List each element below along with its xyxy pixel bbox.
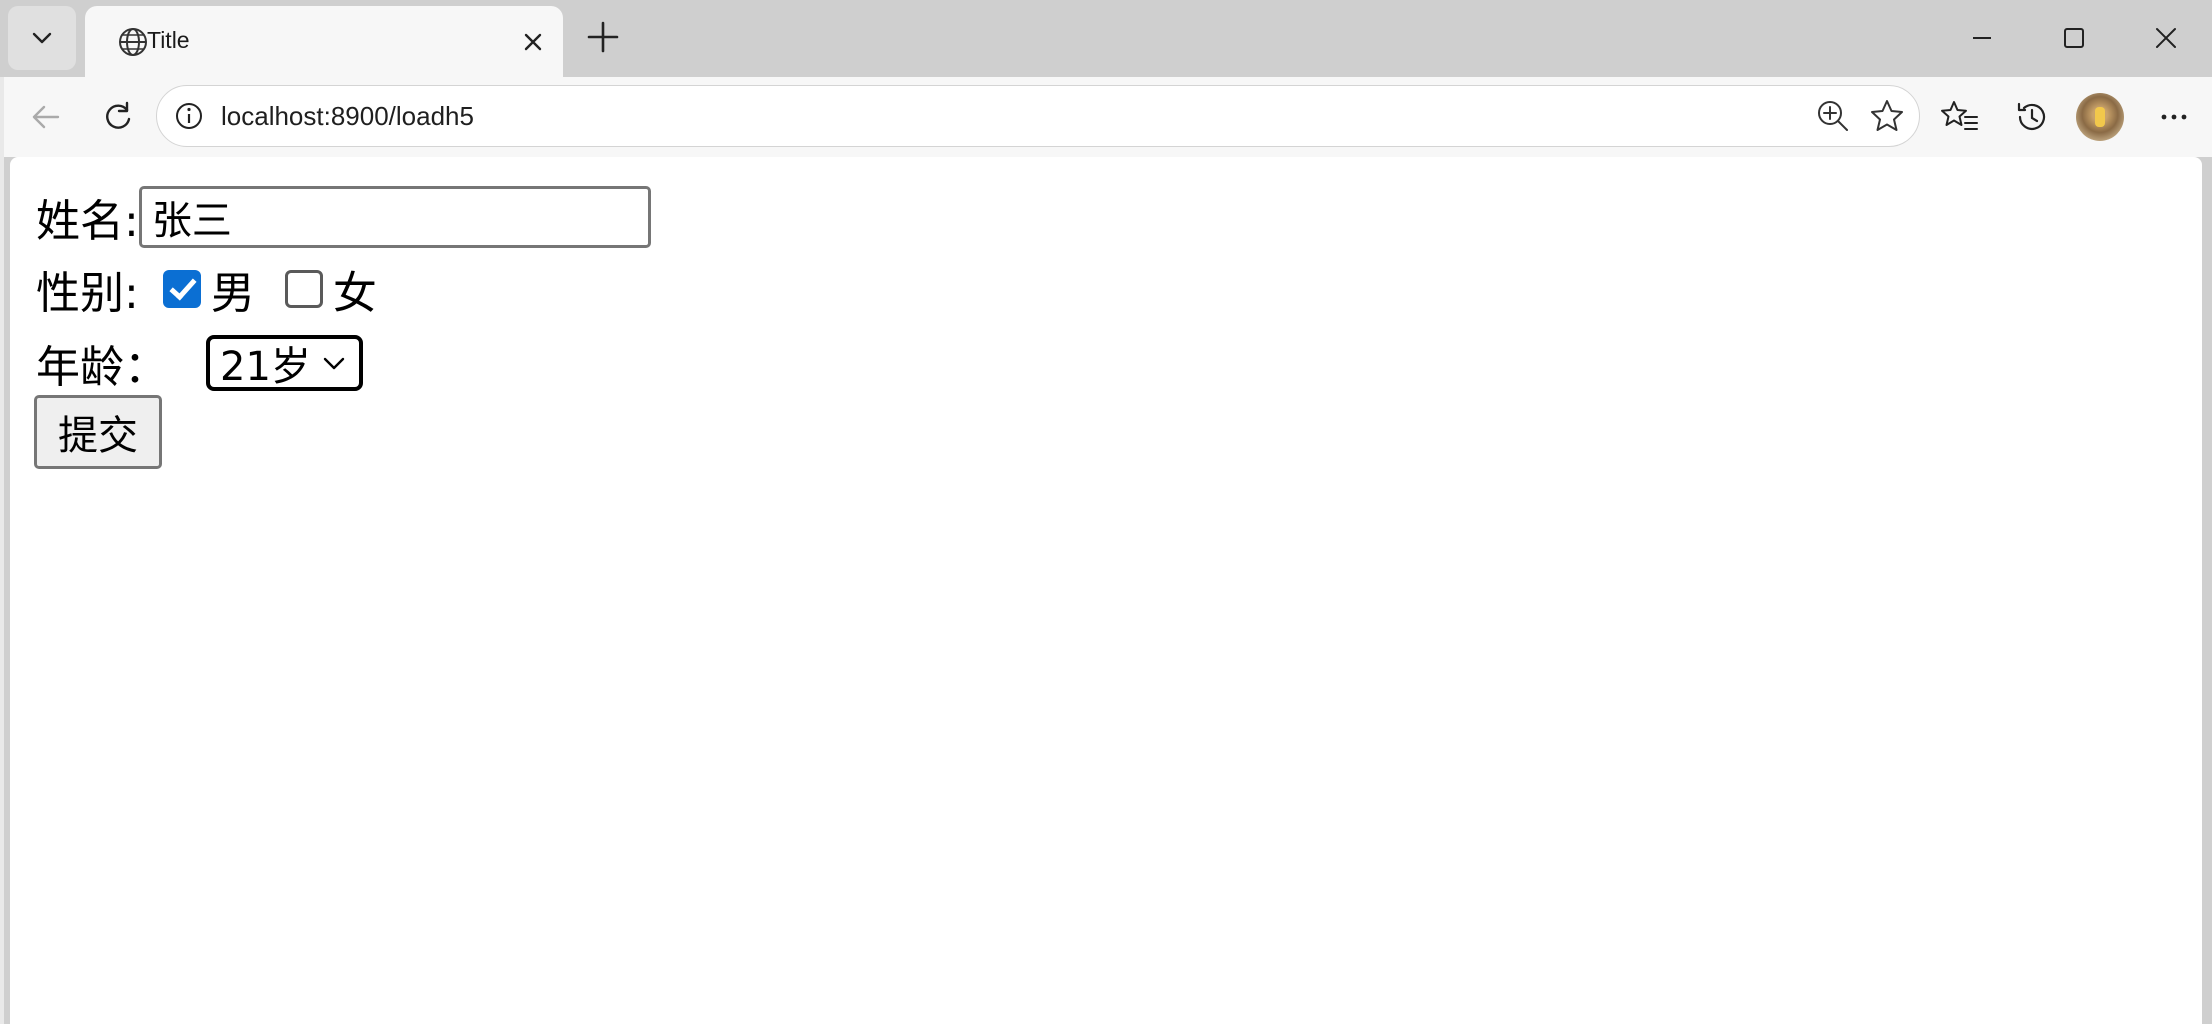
profile-avatar[interactable] [2076,93,2124,141]
gender-row: 性别: 男 女 [36,257,377,321]
more-options-icon[interactable] [2152,95,2196,139]
gender-female-label: 女 [332,268,377,319]
close-tab-icon[interactable] [515,24,551,60]
page-viewport: 姓名: 性别: 男 女 年龄： 21岁 提交 [10,157,2202,1024]
age-select[interactable]: 21岁 [206,335,363,391]
age-row: 年龄： 21岁 [36,331,363,395]
site-info-icon[interactable] [171,98,207,134]
gender-male-label: 男 [210,268,255,319]
age-label: 年龄： [36,342,168,393]
tab-strip: Title [0,0,2212,78]
globe-icon [119,28,147,56]
name-input[interactable] [138,186,651,248]
chevron-down-icon [323,357,345,370]
name-label: 姓名: [36,196,139,247]
browser-toolbar: localhost:8900/loadh5 [4,77,2212,157]
active-tab[interactable]: Title [85,6,563,78]
favorite-star-icon[interactable] [1867,96,1907,136]
url-text[interactable]: localhost:8900/loadh5 [221,101,474,132]
zoom-in-icon[interactable] [1813,96,1853,136]
gender-label: 性别: [36,268,139,319]
tab-actions-button[interactable] [8,6,76,70]
age-selected-value: 21岁 [220,344,311,390]
submit-button[interactable]: 提交 [34,395,162,469]
tab-title: Title [147,27,190,53]
close-window-icon[interactable] [2146,18,2186,58]
gender-male-checkbox[interactable] [162,270,201,308]
new-tab-icon[interactable] [582,16,624,58]
chevron-down-icon [32,32,52,44]
favorites-icon[interactable] [1938,95,1982,139]
back-arrow-icon[interactable] [24,95,68,139]
name-row: 姓名: [36,185,651,249]
address-bar[interactable]: localhost:8900/loadh5 [156,85,1920,147]
gender-female-checkbox[interactable] [284,270,323,308]
maximize-icon[interactable] [2054,18,2094,58]
history-icon[interactable] [2010,95,2054,139]
refresh-icon[interactable] [96,95,140,139]
minimize-icon[interactable] [1962,18,2002,58]
